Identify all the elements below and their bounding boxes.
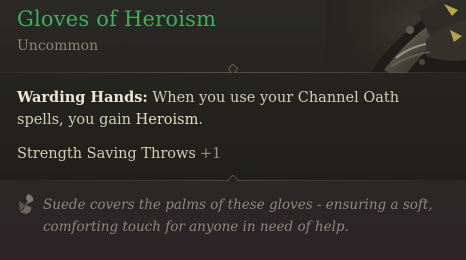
item-name: Gloves of Heroism: [17, 7, 217, 31]
stat-bonus: +1: [199, 146, 222, 162]
flavor-text: Suede covers the palms of these gloves -…: [43, 197, 433, 235]
passive-text-end: .: [198, 112, 203, 128]
condition-link[interactable]: Heroism: [136, 112, 199, 128]
stat-label: Strength Saving Throws: [17, 146, 196, 162]
tooltip-header: Gloves of Heroism Uncommon: [0, 0, 466, 86]
item-tooltip: Gloves of Heroism Uncommon Warding Hands…: [0, 0, 466, 260]
tooltip-body: Warding Hands: When you use your Channel…: [0, 73, 466, 180]
stat-row: Strength Saving Throws +1: [17, 146, 221, 162]
passive-description: Warding Hands: When you use your Channel…: [17, 87, 437, 131]
passive-name: Warding Hands:: [17, 89, 148, 106]
item-rarity: Uncommon: [17, 38, 99, 54]
quill-icon: [19, 194, 34, 214]
flavor-section: Suede covers the palms of these gloves -…: [0, 181, 466, 260]
